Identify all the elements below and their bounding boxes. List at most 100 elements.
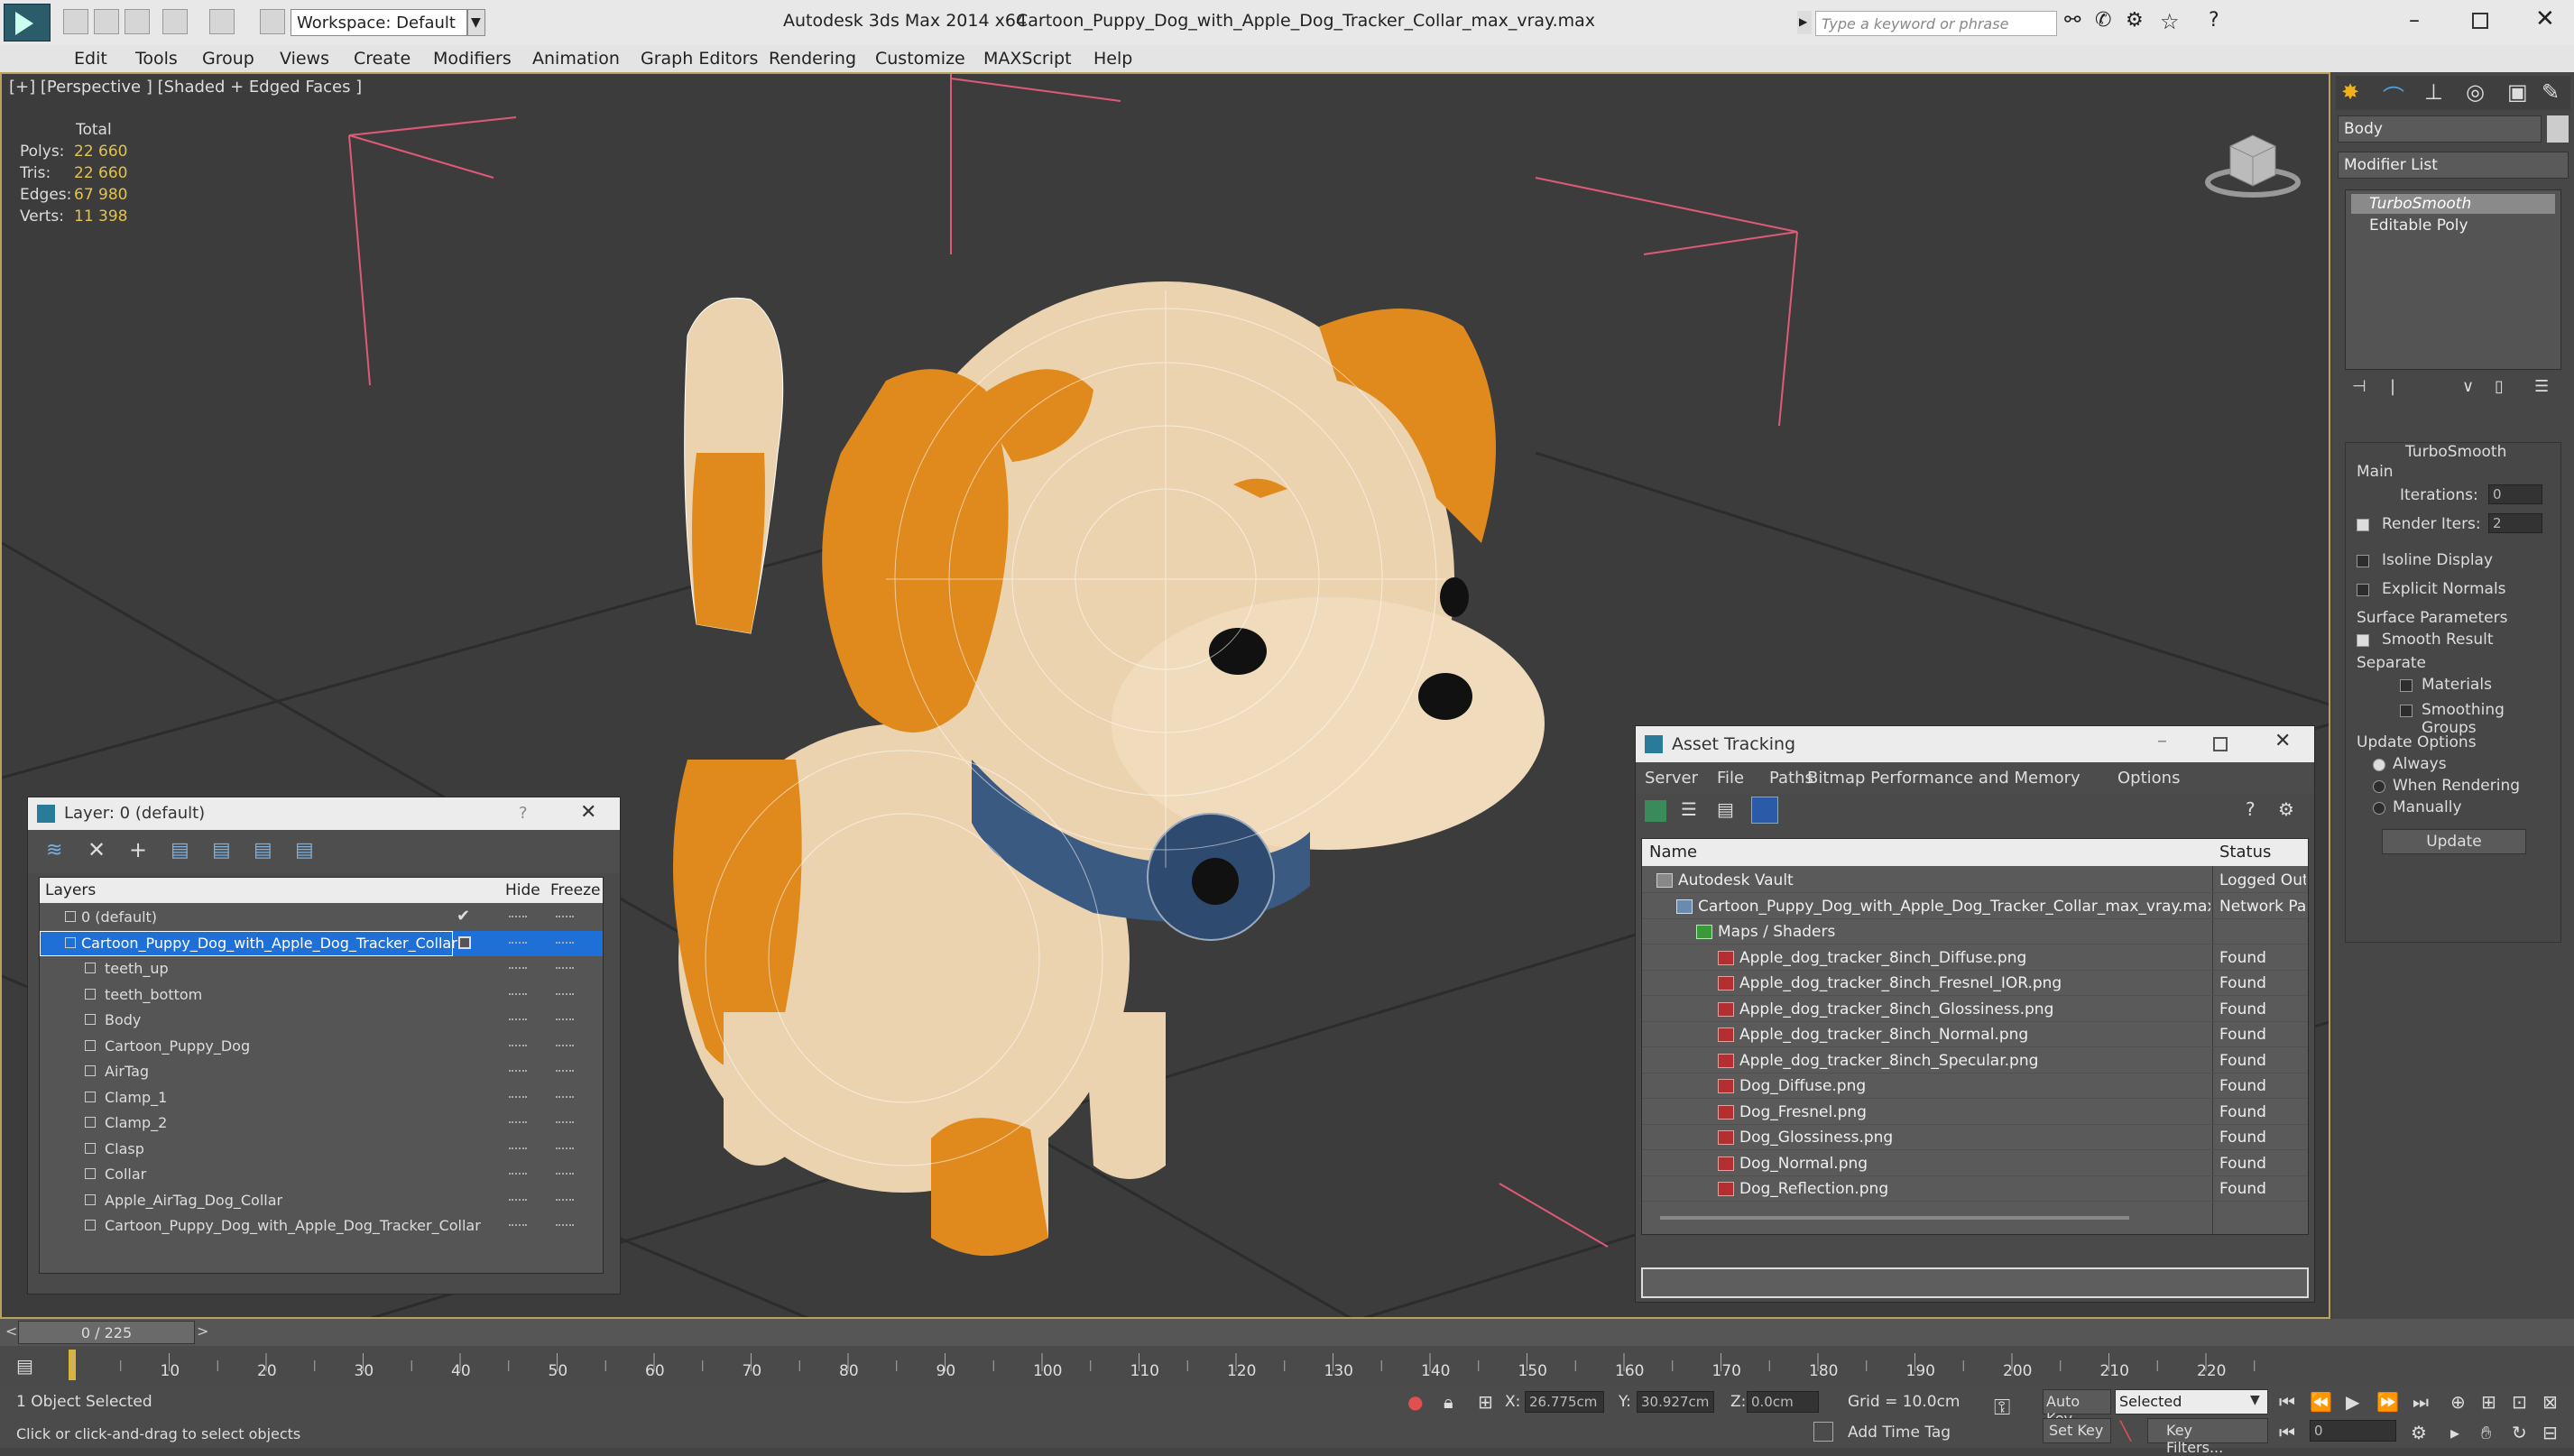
menu-edit[interactable]: Edit xyxy=(74,49,107,69)
search-input[interactable]: Type a keyword or phrase xyxy=(1815,11,2057,36)
next-frame-icon[interactable]: ⏩ xyxy=(2376,1391,2399,1413)
modifier-stack[interactable]: TurboSmooth Editable Poly xyxy=(2345,189,2561,370)
hierarchy-tab-icon[interactable]: ⊥ xyxy=(2424,79,2443,105)
new-layer-icon[interactable]: ≋ xyxy=(46,839,62,862)
object-name-field[interactable]: Body xyxy=(2338,115,2542,143)
layer-row[interactable]: Apple_AirTag_Dog_Collar xyxy=(40,1188,603,1213)
asset-row[interactable]: Apple_dog_tracker_8inch_Fresnel_IOR.png F… xyxy=(1642,971,2308,996)
select-objects-icon[interactable]: ▤ xyxy=(171,839,189,862)
asset-minimize-button[interactable]: – xyxy=(2157,730,2167,752)
rollout-title[interactable]: TurboSmooth xyxy=(2405,443,2506,461)
time-slider[interactable]: < 0 / 225 > xyxy=(0,1319,2574,1346)
layer-hide-toggle[interactable] xyxy=(509,1147,527,1150)
col-layers[interactable]: Layers xyxy=(45,881,96,899)
layer-freeze-toggle[interactable] xyxy=(556,1173,574,1175)
col-status[interactable]: Status xyxy=(2219,843,2271,862)
asset-hscrollbar[interactable] xyxy=(1660,1216,2129,1220)
maximize-toggle-icon[interactable]: ⊟ xyxy=(2542,1422,2558,1443)
render-iters-spinner[interactable]: 2 xyxy=(2488,513,2542,533)
layer-hide-toggle[interactable] xyxy=(509,1044,527,1047)
asset-close-button[interactable]: ✕ xyxy=(2274,730,2291,752)
menu-help[interactable]: Help xyxy=(1093,49,1132,69)
layer-freeze-toggle[interactable] xyxy=(556,992,574,996)
refresh-icon[interactable] xyxy=(1645,800,1666,822)
minimize-button[interactable]: – xyxy=(2409,7,2420,32)
track-bar[interactable]: ▤ 10 20 30 40 50 60 70 80 90 100 110 120 130 140 150 16… xyxy=(0,1346,2574,1386)
layer-help-button[interactable]: ? xyxy=(519,804,528,823)
freeze-all-icon[interactable]: ▤ xyxy=(295,839,314,862)
layer-hide-toggle[interactable] xyxy=(509,992,527,996)
iterations-spinner[interactable]: 0 xyxy=(2488,484,2542,504)
asset-row[interactable]: Apple_dog_tracker_8inch_Specular.png Foun… xyxy=(1642,1048,2308,1074)
z-coord-field[interactable]: 0.0cm xyxy=(1747,1391,1819,1413)
layer-freeze-toggle[interactable] xyxy=(556,1121,574,1124)
save-file-icon[interactable] xyxy=(125,9,150,34)
prev-frame-icon[interactable]: ⏪ xyxy=(2310,1391,2332,1413)
asset-row[interactable]: Apple_dog_tracker_8inch_Glossiness.png Fo… xyxy=(1642,997,2308,1022)
layer-close-button[interactable]: ✕ xyxy=(580,801,596,824)
layer-row[interactable]: Cartoon_Puppy_Dog_with_Apple_Dog_Tracker… xyxy=(40,1213,603,1239)
asset-row[interactable]: Autodesk Vault Logged Out xyxy=(1642,868,2308,893)
asset-menu-file[interactable]: File xyxy=(1717,769,1744,788)
stack-item-turbosmooth[interactable]: TurboSmooth xyxy=(2351,194,2555,214)
redo-icon[interactable] xyxy=(209,9,235,34)
isolate-selection-icon[interactable]: ● xyxy=(1407,1391,1423,1413)
layer-hide-toggle[interactable] xyxy=(509,1121,527,1124)
menu-graph-editors[interactable]: Graph Editors xyxy=(641,49,758,69)
col-name[interactable]: Name xyxy=(1649,843,1697,862)
pan-icon[interactable]: ✋︎ xyxy=(2481,1422,2491,1443)
go-to-end-icon[interactable]: ⏭ xyxy=(2413,1391,2429,1413)
layer-freeze-toggle[interactable] xyxy=(556,1147,574,1150)
layer-hide-toggle[interactable] xyxy=(509,1173,527,1175)
help-icon[interactable]: ? xyxy=(2209,9,2234,34)
layer-hide-toggle[interactable] xyxy=(509,1018,527,1021)
layer-window-titlebar[interactable]: Layer: 0 (default) ? ✕ xyxy=(28,797,620,830)
y-coord-field[interactable]: 30.927cm xyxy=(1637,1391,1714,1413)
layer-row[interactable]: Clamp_1 xyxy=(40,1085,603,1110)
layer-freeze-toggle[interactable] xyxy=(556,1070,574,1073)
explicit-normals-checkbox[interactable] xyxy=(2357,584,2369,596)
time-prev-icon[interactable]: < xyxy=(5,1322,17,1340)
configure-sets-icon[interactable]: ☰ xyxy=(2534,377,2549,396)
modify-tab-icon[interactable]: ⌒ xyxy=(2383,79,2404,111)
layer-hide-toggle[interactable] xyxy=(509,1198,527,1202)
workspace-dropdown[interactable]: Workspace: Default xyxy=(291,9,467,36)
workspace-dropdown-arrow-icon[interactable]: ▼ xyxy=(467,9,485,36)
add-to-layer-icon[interactable]: + xyxy=(129,837,147,862)
time-next-icon[interactable]: > xyxy=(197,1322,208,1340)
materials-checkbox[interactable] xyxy=(2400,679,2413,692)
asset-row[interactable]: Apple_dog_tracker_8inch_Normal.png Found xyxy=(1642,1022,2308,1047)
asset-row[interactable]: Dog_Reflection.png Found xyxy=(1642,1176,2308,1202)
update-button[interactable]: Update xyxy=(2382,829,2526,854)
modifier-list-dropdown[interactable]: Modifier List xyxy=(2338,152,2569,179)
selection-lock-icon[interactable]: 🔒︎ xyxy=(1444,1391,1453,1413)
motion-tab-icon[interactable]: ◎ xyxy=(2466,79,2485,105)
menu-rendering[interactable]: Rendering xyxy=(769,49,856,69)
layer-row[interactable]: Collar xyxy=(40,1162,603,1187)
smoothing-groups-checkbox[interactable] xyxy=(2400,705,2413,717)
col-freeze[interactable]: Freeze xyxy=(550,881,600,899)
active-layer-check-icon[interactable]: ✔ xyxy=(457,907,470,926)
key-mode-toggle-icon[interactable]: ⏮ xyxy=(2279,1422,2295,1443)
project-folder-icon[interactable] xyxy=(260,9,285,34)
new-file-icon[interactable] xyxy=(63,9,88,34)
delete-layer-icon[interactable]: ✕ xyxy=(88,837,106,862)
layer-hide-toggle[interactable] xyxy=(509,916,527,918)
detail-view-icon[interactable]: ▤ xyxy=(1717,798,1734,820)
layer-hide-toggle[interactable] xyxy=(509,941,527,945)
asset-menu-options[interactable]: Options xyxy=(2117,769,2180,788)
asset-menu-bitmap[interactable]: Bitmap Performance and Memory xyxy=(1807,769,2080,788)
viewcube-icon[interactable] xyxy=(2203,119,2302,200)
zoom-all-icon[interactable]: ⊞ xyxy=(2481,1391,2496,1413)
stack-item-editable-poly[interactable]: Editable Poly xyxy=(2351,216,2555,235)
asset-settings-icon[interactable]: ⚙ xyxy=(2278,798,2294,820)
layer-row[interactable]: teeth_up xyxy=(40,956,603,981)
maximize-button[interactable] xyxy=(2472,13,2488,29)
create-tab-icon[interactable]: ✸ xyxy=(2341,79,2359,105)
make-unique-icon[interactable]: ∨ xyxy=(2462,377,2474,396)
play-icon[interactable]: ▶ xyxy=(2346,1391,2359,1413)
favorites-star-icon[interactable]: ☆ xyxy=(2160,9,2185,34)
menu-views[interactable]: Views xyxy=(280,49,329,69)
subscription-icon[interactable]: ⚙ xyxy=(2126,9,2151,34)
layer-freeze-toggle[interactable] xyxy=(556,1018,574,1021)
